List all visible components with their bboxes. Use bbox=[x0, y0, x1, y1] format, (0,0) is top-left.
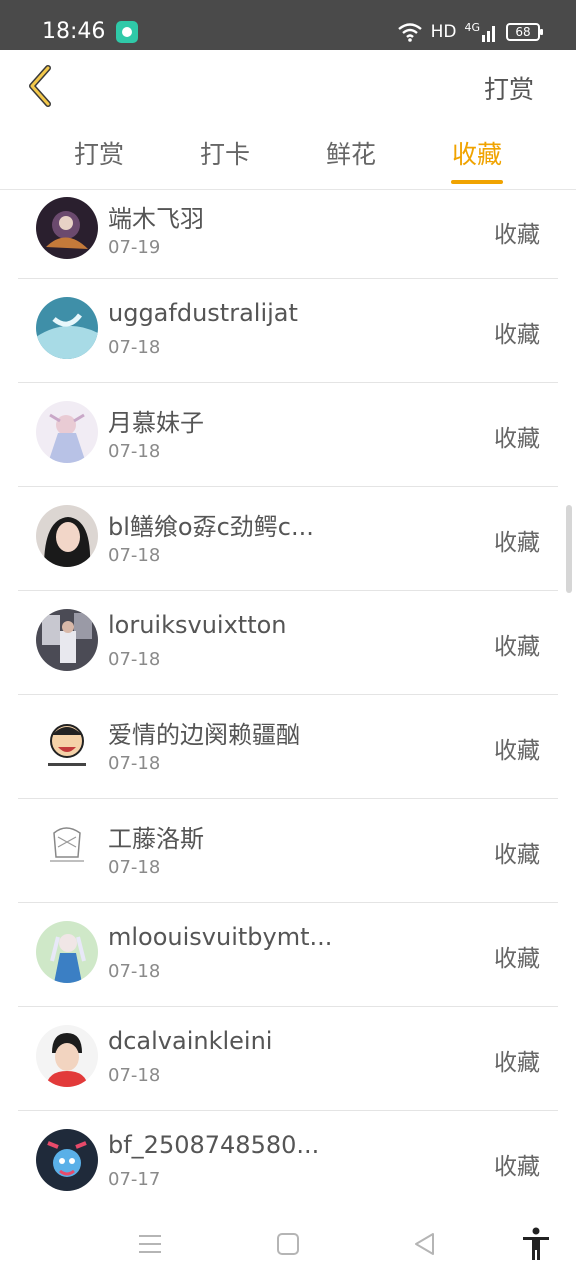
avatar[interactable] bbox=[36, 921, 98, 983]
app-notification-icon bbox=[116, 21, 138, 43]
system-nav-bar bbox=[0, 1208, 576, 1280]
reward-button[interactable]: 打赏 bbox=[484, 70, 534, 106]
battery-icon: 68 bbox=[506, 23, 543, 41]
menu-icon bbox=[139, 1235, 161, 1253]
status-bar: 18:46 HD 4G 68 bbox=[0, 0, 576, 50]
tab-bar: 打赏 打卡 鲜花 收藏 bbox=[0, 120, 576, 190]
date: 07-18 bbox=[108, 441, 161, 462]
list-item[interactable]: 爱情的边阕赖疆酗 07-18 收藏 bbox=[18, 695, 558, 799]
user-name: 端木飞羽 bbox=[108, 205, 204, 233]
user-name: dcalvainkleini bbox=[108, 1027, 273, 1055]
header: 打赏 bbox=[0, 50, 576, 120]
avatar[interactable] bbox=[36, 713, 98, 775]
avatar[interactable] bbox=[36, 1129, 98, 1191]
action-label: 收藏 bbox=[494, 634, 540, 660]
date: 07-18 bbox=[108, 857, 161, 878]
list-item[interactable]: dcalvainkleini 07-18 收藏 bbox=[18, 1007, 558, 1111]
avatar[interactable] bbox=[36, 401, 98, 463]
list-item[interactable]: 端木飞羽 07-19 收藏 bbox=[18, 191, 558, 279]
user-name: bf_2508748580... bbox=[108, 1131, 320, 1159]
action-label: 收藏 bbox=[494, 1154, 540, 1180]
date: 07-18 bbox=[108, 753, 161, 774]
accessibility-button[interactable] bbox=[516, 1224, 556, 1264]
home-square-icon bbox=[277, 1233, 299, 1255]
back-triangle-icon bbox=[415, 1233, 434, 1255]
tab-flowers[interactable]: 鲜花 bbox=[252, 120, 450, 189]
scrollbar-thumb[interactable] bbox=[566, 505, 572, 593]
date: 07-19 bbox=[108, 237, 161, 258]
action-label: 收藏 bbox=[494, 222, 540, 248]
signal-label: 4G bbox=[464, 21, 480, 34]
action-label: 收藏 bbox=[494, 738, 540, 764]
date: 07-18 bbox=[108, 545, 161, 566]
signal-icon bbox=[482, 26, 495, 42]
back-button[interactable] bbox=[18, 60, 66, 108]
avatar[interactable] bbox=[36, 817, 98, 879]
signal-group: 4G bbox=[464, 22, 498, 42]
user-name: 工藤洛斯 bbox=[108, 825, 204, 853]
user-name: 月慕妹子 bbox=[108, 409, 204, 437]
list-item[interactable]: loruiksvuixtton 07-18 收藏 bbox=[18, 591, 558, 695]
status-indicators: HD 4G 68 bbox=[397, 20, 543, 44]
user-name: bl鳝飨o孬c劲鳄c... bbox=[108, 513, 314, 541]
list-item[interactable]: 工藤洛斯 07-18 收藏 bbox=[18, 799, 558, 903]
action-label: 收藏 bbox=[494, 322, 540, 348]
user-name: uggafdustralijat bbox=[108, 299, 298, 327]
user-name: loruiksvuixtton bbox=[108, 611, 287, 639]
avatar[interactable] bbox=[36, 1025, 98, 1087]
list-item[interactable]: 月慕妹子 07-18 收藏 bbox=[18, 383, 558, 487]
action-label: 收藏 bbox=[494, 1050, 540, 1076]
chevron-left-icon bbox=[29, 65, 51, 107]
tab-favorites[interactable]: 收藏 bbox=[450, 120, 504, 189]
wifi-icon bbox=[397, 23, 422, 42]
back-nav-button[interactable] bbox=[404, 1224, 444, 1264]
recents-button[interactable] bbox=[130, 1224, 170, 1264]
tab-checkin[interactable]: 打卡 bbox=[198, 120, 252, 189]
date: 07-18 bbox=[108, 649, 161, 670]
network-type: HD bbox=[430, 22, 457, 42]
list-item[interactable]: mloouisvuitbymt... 07-18 收藏 bbox=[18, 903, 558, 1007]
avatar[interactable] bbox=[36, 505, 98, 567]
action-label: 收藏 bbox=[494, 946, 540, 972]
action-label: 收藏 bbox=[494, 842, 540, 868]
list-item[interactable]: uggafdustralijat 07-18 收藏 bbox=[18, 279, 558, 383]
status-time: 18:46 bbox=[42, 19, 106, 44]
avatar[interactable] bbox=[36, 297, 98, 359]
user-name: 爱情的边阕赖疆酗 bbox=[108, 721, 300, 749]
action-label: 收藏 bbox=[494, 426, 540, 452]
tab-reward[interactable]: 打赏 bbox=[0, 120, 198, 189]
date: 07-17 bbox=[108, 1169, 161, 1190]
avatar[interactable] bbox=[36, 609, 98, 671]
list-item[interactable]: bl鳝飨o孬c劲鳄c... 07-18 收藏 bbox=[18, 487, 558, 591]
home-button[interactable] bbox=[268, 1224, 308, 1264]
date: 07-18 bbox=[108, 1065, 161, 1086]
date: 07-18 bbox=[108, 337, 161, 358]
date: 07-18 bbox=[108, 961, 161, 982]
avatar[interactable] bbox=[36, 197, 98, 259]
favorites-list: 端木飞羽 07-19 收藏 uggafdustralijat 07-18 收藏 … bbox=[0, 191, 576, 1215]
list-item[interactable]: bf_2508748580... 07-17 收藏 bbox=[18, 1111, 558, 1215]
user-name: mloouisvuitbymt... bbox=[108, 923, 333, 951]
accessibility-icon bbox=[523, 1227, 549, 1260]
action-label: 收藏 bbox=[494, 530, 540, 556]
